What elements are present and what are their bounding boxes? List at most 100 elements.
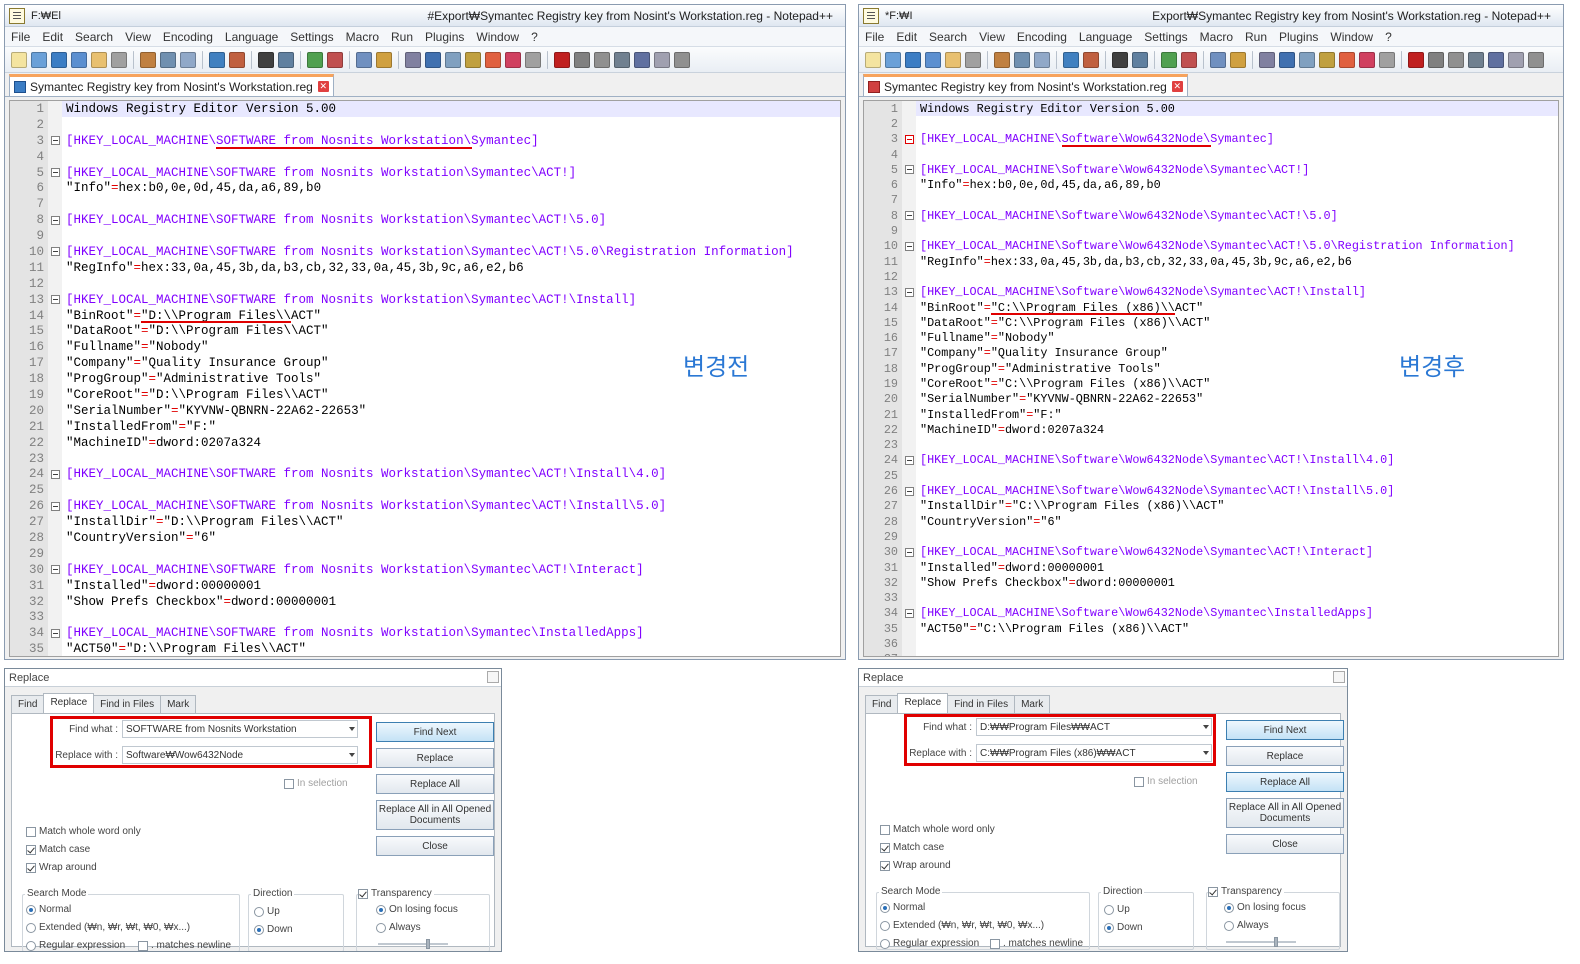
toolbar-button-icon[interactable] — [405, 51, 421, 68]
toolbar-button-icon[interactable] — [1034, 51, 1050, 68]
toolbar-button-icon[interactable] — [71, 51, 87, 68]
always-radio[interactable]: Always — [376, 922, 421, 933]
fold-toggle-icon[interactable] — [902, 131, 916, 147]
match-whole-word-checkbox[interactable]: Match whole word only — [26, 826, 141, 837]
toolbar-button-icon[interactable] — [945, 51, 961, 68]
fold-toggle-icon[interactable] — [902, 162, 916, 178]
menu-item-file[interactable]: File — [859, 30, 890, 44]
fold-toggle-icon[interactable] — [48, 561, 62, 578]
find-next-button[interactable]: Find Next — [376, 722, 494, 742]
fold-toggle-icon[interactable] — [48, 466, 62, 483]
mode-regex-radio[interactable]: Regular expression — [26, 940, 125, 951]
direction-down-radio[interactable]: Down — [1104, 922, 1143, 933]
toolbar-button-icon[interactable] — [11, 51, 27, 68]
toolbar-button-icon[interactable] — [634, 51, 650, 68]
toolbar-button-icon[interactable] — [1528, 51, 1544, 68]
menu-item-file[interactable]: File — [5, 30, 36, 44]
menu-item-edit[interactable]: Edit — [36, 30, 69, 44]
fold-toggle-icon[interactable] — [902, 544, 916, 560]
toolbar-button-icon[interactable] — [278, 51, 294, 68]
fold-toggle-icon[interactable] — [902, 452, 916, 469]
fold-toggle-icon[interactable] — [48, 164, 62, 181]
toolbar-button-icon[interactable] — [925, 51, 941, 68]
toolbar-button-icon[interactable] — [1230, 51, 1246, 68]
toolbar-button-icon[interactable] — [1488, 51, 1504, 68]
document-tab[interactable]: Symantec Registry key from Nosint's Work… — [9, 74, 334, 96]
menu-item-search[interactable]: Search — [923, 30, 973, 44]
menu-item-macro[interactable]: Macro — [1194, 30, 1239, 44]
menu-item-settings[interactable]: Settings — [1138, 30, 1193, 44]
toolbar-button-icon[interactable] — [1448, 51, 1464, 68]
fold-toggle-icon[interactable] — [902, 483, 916, 499]
toolbar-button-icon[interactable] — [307, 51, 323, 68]
toolbar-button-icon[interactable] — [1132, 51, 1148, 68]
toolbar-button-icon[interactable] — [1014, 51, 1030, 68]
toolbar-button-icon[interactable] — [356, 51, 372, 68]
close-button[interactable]: Close — [1226, 834, 1344, 854]
tab-find-in-files[interactable]: Find in Files — [93, 695, 162, 713]
replace-button[interactable]: Replace — [1226, 746, 1344, 766]
toolbar-button-icon[interactable] — [1112, 51, 1128, 68]
transparency-slider[interactable] — [378, 939, 448, 949]
toolbar-button-icon[interactable] — [327, 51, 343, 68]
toolbar-button-icon[interactable] — [965, 51, 981, 68]
toolbar-button-icon[interactable] — [425, 51, 441, 68]
menu-item-plugins[interactable]: Plugins — [1273, 30, 1324, 44]
menu-item-language[interactable]: Language — [219, 30, 284, 44]
fold-toggle-icon[interactable] — [48, 244, 62, 260]
tab-mark[interactable]: Mark — [160, 695, 197, 713]
toolbar-button-icon[interactable] — [140, 51, 156, 68]
direction-up-radio[interactable]: Up — [1104, 904, 1130, 915]
tab-find-in-files[interactable]: Find in Files — [947, 695, 1016, 713]
transparency-slider[interactable] — [1226, 937, 1296, 947]
toolbar-button-icon[interactable] — [111, 51, 127, 68]
menu-item-[interactable]: ? — [525, 30, 544, 44]
toolbar-button-icon[interactable] — [594, 51, 610, 68]
wrap-around-checkbox[interactable]: Wrap around — [26, 862, 97, 873]
menu-item-language[interactable]: Language — [1073, 30, 1138, 44]
matches-newline-checkbox[interactable]: . matches newline — [990, 938, 1083, 949]
toolbar-button-icon[interactable] — [905, 51, 921, 68]
direction-up-radio[interactable]: Up — [254, 906, 280, 917]
replace-button[interactable]: Replace — [376, 748, 494, 768]
replace-all-opened-button[interactable]: Replace All in All Opened Documents — [1226, 798, 1344, 828]
menu-item-window[interactable]: Window — [1324, 30, 1379, 44]
toolbar-button-icon[interactable] — [1063, 51, 1079, 68]
fold-toggle-icon[interactable] — [902, 238, 916, 254]
fold-toggle-icon[interactable] — [48, 132, 62, 149]
toolbar-button-icon[interactable] — [1359, 51, 1375, 68]
mode-extended-radio[interactable]: Extended (₩n, ₩r, ₩t, ₩0, ₩x...) — [26, 922, 190, 933]
direction-down-radio[interactable]: Down — [254, 924, 293, 935]
menu-item-run[interactable]: Run — [1239, 30, 1273, 44]
toolbar-button-icon[interactable] — [1083, 51, 1099, 68]
toolbar-button-icon[interactable] — [574, 51, 590, 68]
toolbar-button-icon[interactable] — [376, 51, 392, 68]
mode-extended-radio[interactable]: Extended (₩n, ₩r, ₩t, ₩0, ₩x...) — [880, 920, 1044, 931]
menu-item-encoding[interactable]: Encoding — [157, 30, 219, 44]
transparency-checkbox[interactable]: Transparency — [358, 888, 434, 899]
toolbar-button-icon[interactable] — [674, 51, 690, 68]
dialog-close-icon[interactable] — [1333, 671, 1345, 683]
menu-item-settings[interactable]: Settings — [284, 30, 339, 44]
toolbar-button-icon[interactable] — [485, 51, 501, 68]
toolbar-button-icon[interactable] — [229, 51, 245, 68]
toolbar-button-icon[interactable] — [258, 51, 274, 68]
tab-mark[interactable]: Mark — [1014, 695, 1051, 713]
toolbar-button-icon[interactable] — [445, 51, 461, 68]
close-button[interactable]: Close — [376, 836, 494, 856]
matches-newline-checkbox[interactable]: . matches newline — [138, 940, 231, 951]
in-selection-checkbox[interactable]: In selection — [284, 778, 348, 789]
toolbar-button-icon[interactable] — [554, 51, 570, 68]
mode-regex-radio[interactable]: Regular expression — [880, 938, 979, 949]
menu-item-run[interactable]: Run — [385, 30, 419, 44]
toolbar-button-icon[interactable] — [885, 51, 901, 68]
on-losing-focus-radio[interactable]: On losing focus — [1224, 902, 1306, 913]
toolbar-button-icon[interactable] — [1408, 51, 1424, 68]
wrap-around-checkbox[interactable]: Wrap around — [880, 860, 951, 871]
menu-item-edit[interactable]: Edit — [890, 30, 923, 44]
always-radio[interactable]: Always — [1224, 920, 1269, 931]
toolbar-button-icon[interactable] — [1181, 51, 1197, 68]
dialog-close-icon[interactable] — [487, 671, 499, 683]
tab-find[interactable]: Find — [11, 695, 45, 713]
toolbar-button-icon[interactable] — [654, 51, 670, 68]
